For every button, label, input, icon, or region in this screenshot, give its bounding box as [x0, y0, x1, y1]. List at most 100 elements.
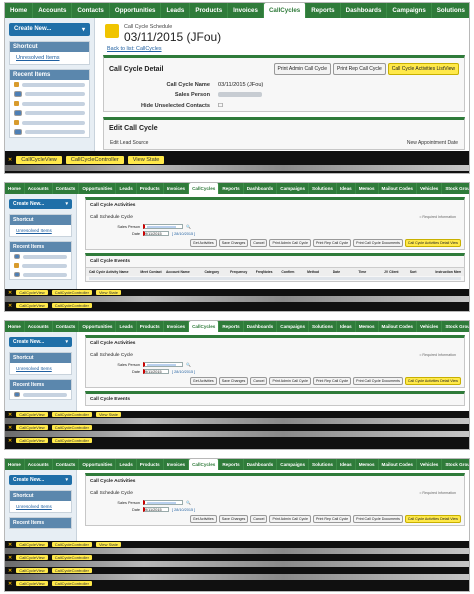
- print-call-cycle-documents-button[interactable]: Print Call Cycle Documents: [353, 515, 403, 523]
- nav-tab-solutions[interactable]: Solutions: [309, 183, 337, 194]
- close-icon[interactable]: ✕: [8, 290, 12, 296]
- print-call-cycle-documents-button[interactable]: Print Call Cycle Documents: [353, 377, 403, 385]
- close-icon[interactable]: ✕: [8, 581, 12, 587]
- recent-item[interactable]: [10, 118, 89, 127]
- sales-person-input[interactable]: [143, 224, 183, 229]
- nav-tab-vehicles[interactable]: Vehicles: [417, 321, 443, 332]
- console-tag[interactable]: CallCycleView: [16, 156, 62, 164]
- nav-tab-home[interactable]: Home: [5, 183, 25, 194]
- nav-tab-contacts[interactable]: Contacts: [72, 3, 110, 18]
- recent-item[interactable]: [10, 252, 71, 261]
- nav-tab-ideas[interactable]: Ideas: [337, 321, 356, 332]
- create-new-button[interactable]: Create New... ▾: [9, 475, 72, 485]
- lookup-icon[interactable]: 🔍: [186, 224, 191, 229]
- nav-tab-reports[interactable]: Reports: [219, 459, 244, 470]
- recent-item[interactable]: [10, 270, 71, 279]
- close-icon[interactable]: ✕: [8, 542, 12, 548]
- print-admin-call-cycle-button[interactable]: Print Admin Call Cycle: [269, 515, 312, 523]
- console-tag[interactable]: View State: [95, 412, 121, 417]
- print-admin-call-cycle-button[interactable]: Print Admin Call Cycle: [269, 239, 312, 247]
- nav-tab-campaigns[interactable]: Campaigns: [277, 459, 310, 470]
- cancel-button[interactable]: Cancel: [250, 239, 268, 247]
- nav-tab-reports[interactable]: Reports: [219, 321, 244, 332]
- nav-tab-invoices[interactable]: Invoices: [164, 459, 190, 470]
- console-tag[interactable]: CallCycleView: [16, 412, 48, 417]
- print-rep-call-cycle-button[interactable]: Print Rep Call Cycle: [313, 239, 352, 247]
- date-link[interactable]: [ 28/10/2015 ]: [172, 508, 195, 512]
- date-link[interactable]: [ 28/10/2015 ]: [172, 232, 195, 236]
- nav-tab-accounts[interactable]: Accounts: [33, 3, 73, 18]
- save-changes-button[interactable]: Save Changes: [218, 377, 249, 385]
- get-activities-button[interactable]: Get Activities: [189, 239, 217, 247]
- nav-tab-accounts[interactable]: Accounts: [25, 321, 53, 332]
- recent-item[interactable]: [10, 261, 71, 270]
- console-tag[interactable]: CallCycleController: [51, 542, 92, 547]
- nav-tab-stock-groups[interactable]: Stock Groups: [442, 183, 469, 194]
- console-tag[interactable]: CallCycleController: [51, 412, 92, 417]
- nav-tab-solutions[interactable]: Solutions: [309, 459, 337, 470]
- nav-tab-solutions[interactable]: Solutions: [432, 3, 469, 18]
- nav-tab-callcycles[interactable]: CallCycles: [189, 183, 220, 194]
- nav-tab-products[interactable]: Products: [137, 183, 164, 194]
- console-tag[interactable]: CallCycleView: [16, 290, 48, 295]
- console-tag[interactable]: CallCycleController: [51, 555, 92, 560]
- console-tag[interactable]: CallCycleView: [16, 555, 48, 560]
- back-to-list-link[interactable]: Back to list: CallCycles: [99, 46, 469, 52]
- create-new-button[interactable]: Create New... ▾: [9, 199, 72, 209]
- nav-tab-products[interactable]: Products: [190, 3, 229, 18]
- nav-tab-home[interactable]: Home: [5, 3, 34, 18]
- nav-tab-leads[interactable]: Leads: [161, 3, 191, 18]
- nav-tab-invoices[interactable]: Invoices: [228, 3, 264, 18]
- nav-tab-reports[interactable]: Reports: [219, 183, 244, 194]
- create-new-button[interactable]: Create New... ▾: [9, 337, 72, 347]
- nav-tab-mailout-codes[interactable]: Mailout Codes: [379, 321, 417, 332]
- close-icon[interactable]: ✕: [8, 412, 12, 418]
- nav-tab-invoices[interactable]: Invoices: [164, 183, 190, 194]
- close-icon[interactable]: ✕: [8, 303, 12, 309]
- print-call-cycle-documents-button[interactable]: Print Call Cycle Documents: [353, 239, 403, 247]
- nav-tab-leads[interactable]: Leads: [116, 321, 137, 332]
- close-icon[interactable]: ✕: [8, 568, 12, 574]
- nav-tab-contacts[interactable]: Contacts: [53, 321, 80, 332]
- nav-tab-opportunities[interactable]: Opportunities: [110, 3, 162, 18]
- nav-tab-leads[interactable]: Leads: [116, 183, 137, 194]
- lookup-icon[interactable]: 🔍: [186, 362, 191, 367]
- close-icon[interactable]: ✕: [8, 157, 12, 163]
- nav-tab-stock-groups[interactable]: Stock Groups: [442, 459, 469, 470]
- recent-item[interactable]: [10, 89, 89, 99]
- get-activities-button[interactable]: Get Activities: [189, 377, 217, 385]
- nav-tab-campaigns[interactable]: Campaigns: [277, 321, 310, 332]
- nav-tab-ideas[interactable]: Ideas: [337, 459, 356, 470]
- sales-person-input[interactable]: [143, 362, 183, 367]
- print-admin-call-cycle-button[interactable]: Print Admin Call Cycle: [269, 377, 312, 385]
- call-cycle-activities-detail-view-button[interactable]: Call Cycle Activities Detail View: [404, 239, 461, 247]
- nav-tab-dashboards[interactable]: Dashboards: [244, 183, 278, 194]
- print-rep-call-cycle-button[interactable]: Print Rep Call Cycle: [313, 377, 352, 385]
- unresolved-items-link[interactable]: Unresolved Items: [10, 225, 71, 236]
- recent-item[interactable]: [10, 127, 89, 137]
- console-tag[interactable]: CallCycleView: [16, 303, 48, 308]
- save-changes-button[interactable]: Save Changes: [218, 239, 249, 247]
- recent-item[interactable]: [10, 108, 89, 118]
- nav-tab-opportunities[interactable]: Opportunities: [79, 183, 117, 194]
- nav-tab-dashboards[interactable]: Dashboards: [244, 321, 278, 332]
- console-tag[interactable]: CallCycleView: [16, 542, 48, 547]
- console-tag[interactable]: CallCycleController: [51, 290, 92, 295]
- console-tag[interactable]: CallCycleController: [51, 438, 92, 443]
- close-icon[interactable]: ✕: [8, 438, 12, 444]
- console-tag[interactable]: CallCycleView: [16, 438, 48, 443]
- console-tag[interactable]: CallCycleController: [51, 303, 92, 308]
- nav-tab-campaigns[interactable]: Campaigns: [387, 3, 432, 18]
- recent-item[interactable]: [10, 390, 71, 399]
- nav-tab-stock-groups[interactable]: Stock Groups: [442, 321, 469, 332]
- unresolved-items-link[interactable]: Unresolved Items: [10, 52, 89, 64]
- nav-tab-callcycles[interactable]: CallCycles: [189, 459, 220, 470]
- nav-tab-vehicles[interactable]: Vehicles: [417, 183, 443, 194]
- call-cycle-activities-detail-view-button[interactable]: Call Cycle Activities Detail View: [404, 377, 461, 385]
- date-input[interactable]: 9/11/2015: [143, 507, 169, 512]
- nav-tab-invoices[interactable]: Invoices: [164, 321, 190, 332]
- get-activities-button[interactable]: Get Activities: [189, 515, 217, 523]
- unresolved-items-link[interactable]: Unresolved Items: [10, 501, 71, 512]
- call-cycle-activities-listview-button[interactable]: Call Cycle Activities ListView: [387, 63, 459, 75]
- console-tag[interactable]: CallCycleController: [51, 425, 92, 430]
